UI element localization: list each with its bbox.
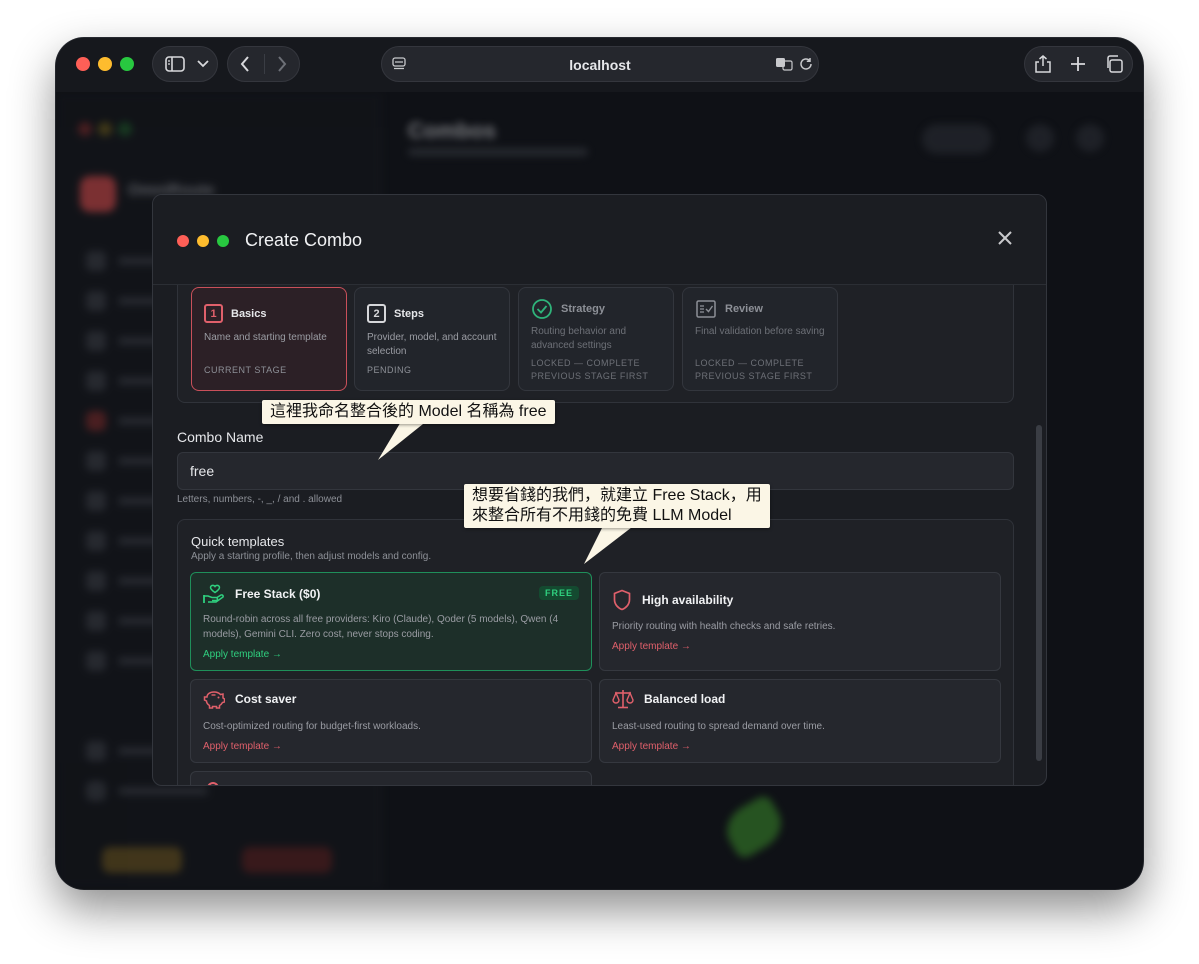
stage-number: 2 (367, 304, 386, 323)
modal-title: Create Combo (245, 230, 363, 250)
stack-callout-line2: 來整合所有不用錢的免費 LLM Model (472, 507, 732, 524)
stack-callout-tail (584, 524, 636, 564)
forward-arrow-icon[interactable] (277, 56, 287, 72)
hand-heart-icon (203, 584, 224, 603)
modal-scrollbar[interactable] (1036, 425, 1042, 761)
stage-basics[interactable]: 1 Basics Name and starting template CURR… (191, 287, 347, 391)
name-callout-tail (378, 420, 428, 460)
check-circle-icon (532, 299, 552, 319)
quick-templates-title: Quick templates (191, 534, 285, 549)
modal-decorative-dots (177, 235, 229, 247)
reload-icon[interactable] (799, 57, 813, 71)
stage-steps[interactable]: 2 Steps Provider, model, and account sel… (354, 287, 510, 391)
stage-name: Review (725, 303, 763, 315)
window-controls (76, 57, 134, 71)
navigation-group (227, 46, 300, 82)
template-name: Cost saver (235, 692, 297, 706)
scale-icon (612, 690, 634, 709)
template-description: Least-used routing to spread demand over… (612, 721, 825, 732)
apply-template-link[interactable]: Apply template → (203, 649, 282, 660)
translate-icon[interactable] (775, 57, 793, 71)
stage-status-line1: LOCKED — COMPLETE (531, 358, 641, 368)
template-card-partial[interactable] (190, 771, 592, 785)
address-text: localhost (569, 57, 631, 73)
combo-name-label: Combo Name (177, 429, 264, 445)
stage-status: PENDING (367, 365, 412, 375)
template-card-cost-saver[interactable]: Cost saver Cost-optimized routing for bu… (190, 679, 592, 763)
stage-number: 1 (204, 304, 223, 323)
stage-status-line2: PREVIOUS STAGE FIRST (531, 371, 649, 381)
tab-overview-icon[interactable] (1105, 55, 1123, 73)
browser-toolbar: localhost (56, 38, 1143, 92)
chevron-down-icon[interactable] (197, 60, 209, 68)
close-icon (998, 231, 1012, 245)
shield-icon (613, 589, 631, 611)
template-name: High availability (642, 593, 734, 607)
sidebar-toggle-group[interactable] (152, 46, 218, 82)
stage-name: Steps (394, 307, 424, 320)
address-bar[interactable]: localhost (381, 46, 819, 82)
close-window-button[interactable] (76, 57, 90, 71)
checklist-icon (696, 300, 716, 318)
stage-name: Basics (231, 307, 267, 320)
stack-callout-line1: 想要省錢的我們，就建立 Free Stack，用 (472, 487, 762, 504)
stage-name: Strategy (561, 303, 606, 315)
apply-template-link[interactable]: Apply template → (203, 741, 282, 752)
template-name: Free Stack ($0) (235, 587, 321, 601)
name-annotation-callout: 這裡我命名整合後的 Model 名稱為 free (262, 400, 555, 424)
template-card-high-availability[interactable]: High availability Priority routing with … (599, 572, 1001, 671)
template-card-balanced-load[interactable]: Balanced load Least-used routing to spre… (599, 679, 1001, 763)
template-description: Round-robin across all free providers: K… (203, 614, 559, 640)
template-card-free-stack[interactable]: Free Stack ($0) FREE Round-robin across … (190, 572, 592, 671)
template-description: Priority routing with health checks and … (612, 621, 836, 632)
modal-header: Create Combo (153, 195, 1046, 285)
stage-review: Review Final validation before saving LO… (682, 287, 838, 391)
free-badge: FREE (538, 586, 579, 600)
piggy-bank-icon (203, 691, 225, 709)
stage-description: Routing behavior and advanced settings (531, 326, 627, 351)
stage-status: CURRENT STAGE (204, 365, 287, 375)
close-modal-button[interactable] (994, 227, 1016, 249)
sidebar-icon[interactable] (165, 56, 185, 72)
partial-template-icon (207, 782, 219, 785)
back-arrow-icon[interactable] (240, 56, 250, 72)
stage-description: Name and starting template (204, 332, 327, 343)
stage-description: Provider, model, and account selection (367, 332, 497, 357)
apply-template-link[interactable]: Apply template → (612, 741, 691, 752)
minimize-window-button[interactable] (98, 57, 112, 71)
combo-name-help: Letters, numbers, -, _, / and . allowed (177, 494, 343, 505)
stage-status-line1: LOCKED — COMPLETE (695, 358, 805, 368)
share-icon[interactable] (1034, 55, 1051, 73)
template-name: Balanced load (644, 692, 726, 706)
template-description: Cost-optimized routing for budget-first … (203, 721, 421, 732)
toolbar-actions (1024, 46, 1133, 82)
stage-description: Final validation before saving (695, 326, 825, 337)
quick-templates-subtitle: Apply a starting profile, then adjust mo… (191, 551, 432, 562)
zoom-window-button[interactable] (120, 57, 134, 71)
stage-stepper: 1 Basics Name and starting template CURR… (177, 285, 1014, 403)
stack-annotation-callout: 想要省錢的我們，就建立 Free Stack，用 來整合所有不用錢的免費 LLM… (464, 484, 770, 528)
apply-template-link[interactable]: Apply template → (612, 641, 691, 652)
stage-status-line2: PREVIOUS STAGE FIRST (695, 371, 813, 381)
new-tab-icon[interactable] (1070, 56, 1086, 72)
stage-strategy: Strategy Routing behavior and advanced s… (518, 287, 674, 391)
browser-window: OmniRoute Combos localhost Create Combo … (56, 38, 1143, 889)
